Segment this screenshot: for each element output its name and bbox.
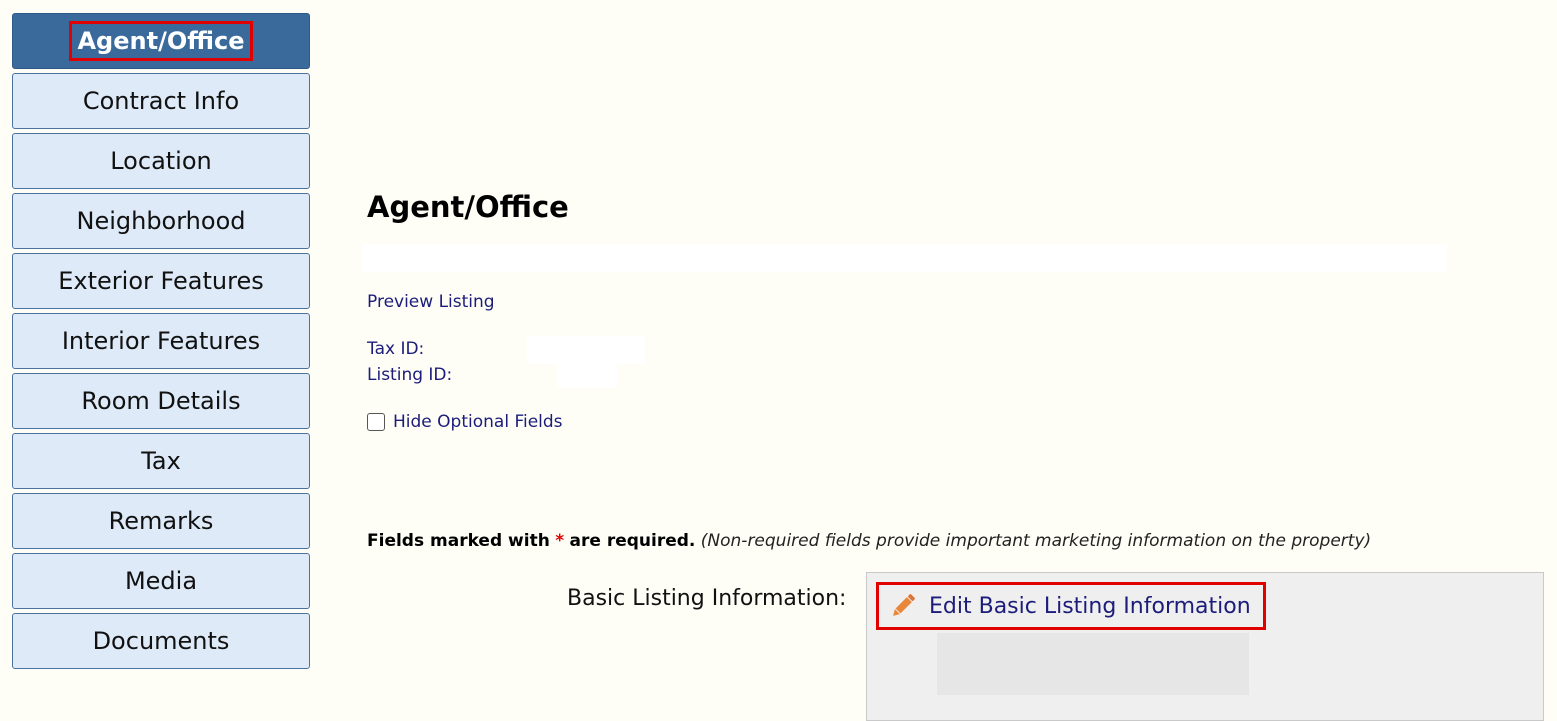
required-note-hint: (Non-required fields provide important m… bbox=[700, 531, 1372, 551]
basic-listing-info-panel: Edit Basic Listing Information bbox=[866, 572, 1544, 721]
sidebar-item-label: Tax bbox=[141, 447, 181, 475]
hide-optional-fields-toggle[interactable]: Hide Optional Fields bbox=[367, 412, 563, 432]
sidebar-item-agent-office[interactable]: Agent/Office bbox=[12, 13, 310, 69]
sidebar-item-label: Neighborhood bbox=[76, 207, 246, 235]
sidebar-item-tax[interactable]: Tax bbox=[12, 433, 310, 489]
sidebar-item-media[interactable]: Media bbox=[12, 553, 310, 609]
sidebar-item-location[interactable]: Location bbox=[12, 133, 310, 189]
sidebar-item-documents[interactable]: Documents bbox=[12, 613, 310, 669]
sidebar-item-neighborhood[interactable]: Neighborhood bbox=[12, 193, 310, 249]
sidebar-item-exterior-features[interactable]: Exterior Features bbox=[12, 253, 310, 309]
sidebar-item-label: Interior Features bbox=[61, 327, 261, 355]
preview-listing-link[interactable]: Preview Listing bbox=[367, 292, 495, 312]
sidebar-item-contract-info[interactable]: Contract Info bbox=[12, 73, 310, 129]
sidebar-nav: Agent/Office Contract Info Location Neig… bbox=[12, 13, 310, 673]
redacted-region bbox=[937, 633, 1249, 695]
sidebar-item-label: Location bbox=[110, 147, 212, 175]
page-title: Agent/Office bbox=[367, 190, 569, 224]
main-content: Agent/Office Preview Listing Tax ID: Lis… bbox=[362, 0, 1557, 721]
required-fields-note: Fields marked with * are required. (Non-… bbox=[367, 531, 1371, 551]
sidebar-item-label: Media bbox=[124, 567, 198, 595]
sidebar-item-remarks[interactable]: Remarks bbox=[12, 493, 310, 549]
redacted-region bbox=[557, 364, 617, 388]
sidebar-item-interior-features[interactable]: Interior Features bbox=[12, 313, 310, 369]
required-star: * bbox=[555, 531, 565, 551]
pencil-icon bbox=[893, 594, 915, 616]
required-note-text: Fields marked with bbox=[367, 531, 550, 551]
basic-listing-info-label: Basic Listing Information: bbox=[567, 586, 847, 611]
tax-id-label: Tax ID: bbox=[367, 339, 425, 359]
sidebar-item-label: Agent/Office bbox=[69, 21, 253, 61]
sidebar-item-label: Documents bbox=[92, 627, 230, 655]
sidebar-item-label: Remarks bbox=[108, 507, 214, 535]
edit-basic-listing-info-label: Edit Basic Listing Information bbox=[929, 593, 1251, 619]
sidebar-item-label: Room Details bbox=[81, 387, 241, 415]
redacted-region bbox=[527, 336, 645, 364]
sidebar-item-label: Exterior Features bbox=[58, 267, 264, 295]
listing-id-label: Listing ID: bbox=[367, 365, 453, 385]
hide-optional-fields-checkbox[interactable] bbox=[367, 413, 385, 431]
sidebar-item-label: Contract Info bbox=[82, 87, 240, 115]
edit-basic-listing-info-button[interactable]: Edit Basic Listing Information bbox=[876, 582, 1266, 630]
hide-optional-fields-label: Hide Optional Fields bbox=[393, 412, 563, 432]
sidebar-item-room-details[interactable]: Room Details bbox=[12, 373, 310, 429]
required-note-text: are required. bbox=[569, 531, 696, 551]
redacted-region bbox=[362, 244, 1447, 272]
